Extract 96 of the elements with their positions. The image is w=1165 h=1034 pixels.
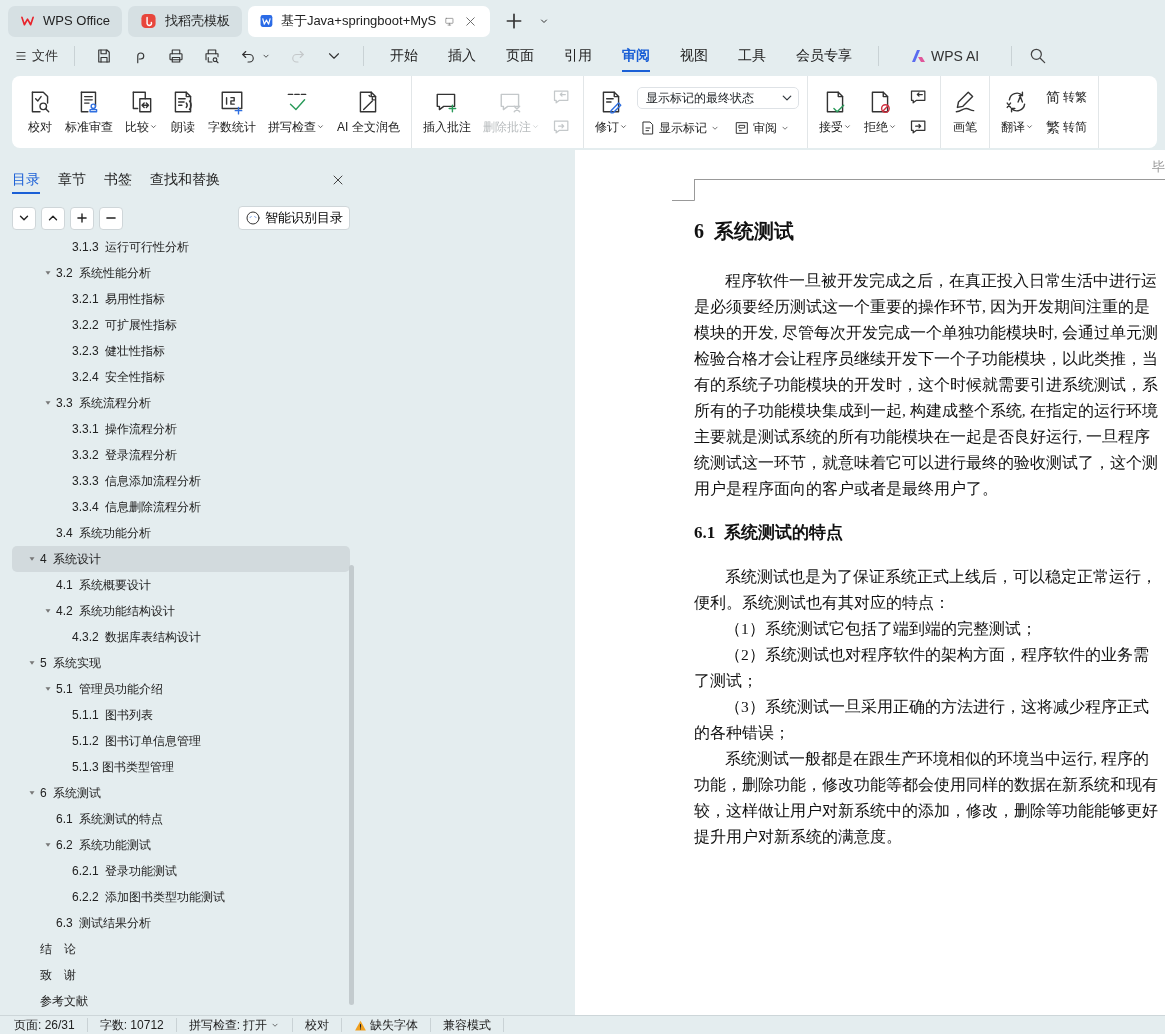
ribbon-tab[interactable]: 引用 xyxy=(564,40,592,72)
ribbon-tab[interactable]: 视图 xyxy=(680,40,708,72)
paragraph: （3）系统测试一旦采用正确的方法进行，这将减少程序正式 的各种错误； xyxy=(694,696,1149,743)
ribbon-button[interactable]: 显示标记 xyxy=(636,117,723,138)
ribbon-button[interactable]: 拒绝 xyxy=(858,76,902,148)
toc-item[interactable]: 6.2.1 登录功能测试 xyxy=(12,858,350,884)
ribbon-tab[interactable]: 工具 xyxy=(738,40,766,72)
ribbon-button[interactable]: 修订 xyxy=(589,76,633,148)
toc-item[interactable]: 3.3.2 登录流程分析 xyxy=(12,442,350,468)
paragraph: 系统测试也是为了保证系统正式上线后，可以稳定正常运行， 便利。系统测试也有其对应的特点： xyxy=(694,566,1157,613)
status-item[interactable]: 页面: 26/31 xyxy=(14,1018,88,1032)
toc-item[interactable]: 3.4 系统功能分析 xyxy=(12,520,350,546)
ribbon-button[interactable]: 校对 xyxy=(22,76,58,148)
scrollbar[interactable] xyxy=(349,565,354,1005)
status-item[interactable]: 缺失字体 xyxy=(342,1018,432,1032)
sidebar-tab[interactable]: 书签 xyxy=(104,166,132,194)
page-header-text: 毕 xyxy=(1152,160,1165,173)
ribbon-tab[interactable]: 插入 xyxy=(448,40,476,72)
ribbon-button[interactable]: 繁 转简 xyxy=(1042,115,1090,139)
sidebar-tab[interactable]: 查找和替换 xyxy=(150,166,220,194)
ribbon-tab[interactable]: 审阅 xyxy=(622,40,650,72)
glyph-icon: 繁 xyxy=(1045,116,1060,138)
toc-item[interactable]: 6.2.2 添加图书类型功能测试 xyxy=(12,884,350,910)
paragraph: （2）系统测试也对程序软件的架构方面，程序软件的业务需 了测试； xyxy=(694,644,1149,691)
toc-item[interactable]: 致 谢 xyxy=(12,962,350,988)
ribbon-button[interactable]: 审阅 xyxy=(730,117,793,138)
toc-item[interactable]: 3.2.4 安全性指标 xyxy=(12,364,350,390)
ribbon-button[interactable]: AI 全文润色 xyxy=(332,76,405,148)
ribbon-tab[interactable]: 开始 xyxy=(390,40,418,72)
toc-item[interactable]: 4.1 系统概要设计 xyxy=(12,572,350,598)
toc-item[interactable]: 6.3 测试结果分析 xyxy=(12,910,350,936)
status-item[interactable]: 字数: 10712 xyxy=(87,1018,177,1032)
file-menu[interactable]: 文件 xyxy=(10,44,62,68)
subsection-heading: 6.1 系统测试的特点 xyxy=(694,522,844,544)
plus-icon xyxy=(75,211,89,225)
toc-item[interactable]: 5.1.3 图书类型管理 xyxy=(12,754,350,780)
ribbon-button[interactable]: 比较 xyxy=(120,76,163,148)
ribbon-button[interactable]: 插入批注 xyxy=(417,76,476,148)
down-button[interactable] xyxy=(12,206,36,230)
smart-toc-button[interactable]: 智能识别目录 xyxy=(238,206,350,230)
up-button[interactable] xyxy=(41,206,65,230)
status-item[interactable]: 拼写检查: 打开 xyxy=(176,1018,294,1032)
browser-tab[interactable]: WPS Office xyxy=(8,5,122,37)
toc-item[interactable]: 6.1 系统测试的特点 xyxy=(12,806,350,832)
status-item[interactable]: 校对 xyxy=(293,1018,343,1032)
paragraph: 系统测试一般都是在跟生产环境相似的环境当中运行, 程序的 功能，删除功能，修改功能等都会使用同样的数据在新系统和现有 较，这样做让用户对新系统中的添加，修改，删除等功能能够更好 提升用户对新系统的满意度。 xyxy=(694,748,1158,847)
toc-item[interactable]: 3.3 系统流程分析 xyxy=(12,390,350,416)
add-button[interactable] xyxy=(70,206,94,230)
status-item[interactable]: 兼容模式 xyxy=(431,1018,505,1032)
section-heading: 6 系统测试 xyxy=(694,219,795,244)
ribbon-button[interactable]: 接受 xyxy=(813,76,857,148)
ai-logo-icon xyxy=(911,49,927,63)
toc-item[interactable]: 3.2.2 可扩展性指标 xyxy=(12,312,350,338)
toc-item[interactable]: 3.3.4 信息删除流程分析 xyxy=(12,494,350,520)
toc-item[interactable]: 结 论 xyxy=(12,936,350,962)
toc-item[interactable]: 参考文献 xyxy=(12,988,350,1014)
markup-mode-select[interactable]: 显示标记的最终状态 xyxy=(636,86,799,109)
browser-tab[interactable]: 找稻壳模板 xyxy=(128,5,242,37)
ribbon-button[interactable]: 朗读 xyxy=(165,76,201,148)
ribbon-button[interactable]: 拼写检查 xyxy=(263,76,330,148)
ribbon-button[interactable]: 字数统计 xyxy=(203,76,261,148)
paragraph: 程序软件一旦被开发完成之后，在真正投入日常生活中进行运 是必须要经历测试这一个重要的操作环节, 因为开发期间注重的是 模块的开发, 尽管每次开发完成一个单独功能模块时, 会通过单元测 检验合格才会让程序员继续开发下一个子功能模块，以此类推，当 有的系统子功能模块的开发时，这个时候就需要引进系统测试，系 所有的子功能模块集成到一起, 构建成整个系统, 在指定的运行环境 主要就是测试系统的所有功能模块在一起是否良好运行, 一旦程序 统测试这一环节，就意味着它可以进行最终的验收测试了，这个测 用户是程序面向的客户或者是最终用户了。 xyxy=(694,271,1158,499)
toc-item[interactable]: 4.3.2 数据库表结构设计 xyxy=(12,624,350,650)
toc-item[interactable]: 3.2.1 易用性指标 xyxy=(12,286,350,312)
wps-ai-button[interactable]: WPS AI xyxy=(907,43,984,69)
panel-icon xyxy=(733,119,750,136)
ribbon-tab[interactable]: 会员专享 xyxy=(796,40,852,72)
face-outline-icon xyxy=(245,210,261,226)
ribbon-button[interactable]: 画笔 xyxy=(946,76,983,148)
toc-item[interactable]: 4.2 系统功能结构设计 xyxy=(12,598,350,624)
menu-icon xyxy=(14,49,28,63)
toc-item[interactable]: 3.1.3 运行可行性分析 xyxy=(12,234,350,260)
remove-button[interactable] xyxy=(99,206,123,230)
document-logo-icon xyxy=(260,12,273,30)
ribbon-tab[interactable]: 页面 xyxy=(506,40,534,72)
toc-item[interactable]: 5 系统实现 xyxy=(12,650,350,676)
toc-item[interactable]: 4 系统设计 xyxy=(12,546,350,572)
flame-logo-icon xyxy=(140,12,157,30)
toc-item[interactable]: 6 系统测试 xyxy=(12,780,350,806)
paragraph: （1）系统测试它包括了端到端的完整测试； xyxy=(724,618,1037,639)
toc-item[interactable]: 3.3.3 信息添加流程分析 xyxy=(12,468,350,494)
sidebar-tab[interactable]: 章节 xyxy=(58,166,86,194)
toc-item[interactable]: 3.2.3 健壮性指标 xyxy=(12,338,350,364)
glyph-icon: 简 xyxy=(1045,86,1060,108)
toc-item[interactable]: 5.1.1 图书列表 xyxy=(12,702,350,728)
ribbon-button[interactable]: 翻译 xyxy=(995,76,1039,148)
ribbon-button[interactable]: 简 转繁 xyxy=(1042,85,1090,109)
toc-item[interactable]: 3.2 系统性能分析 xyxy=(12,260,350,286)
toc-item[interactable]: 6.2 系统功能测试 xyxy=(12,832,350,858)
plus-icon xyxy=(504,11,524,31)
browser-tab[interactable]: 基于Java+springboot+MyS xyxy=(248,5,490,37)
toc-item[interactable]: 5.1.2 图书订单信息管理 xyxy=(12,728,350,754)
ribbon-button[interactable]: 标准审查 xyxy=(60,76,118,148)
sidebar-tab[interactable]: 目录 xyxy=(12,166,40,194)
toc-item[interactable]: 3.3.1 操作流程分析 xyxy=(12,416,350,442)
toc-item[interactable]: 5.1 管理员功能介绍 xyxy=(12,676,350,702)
